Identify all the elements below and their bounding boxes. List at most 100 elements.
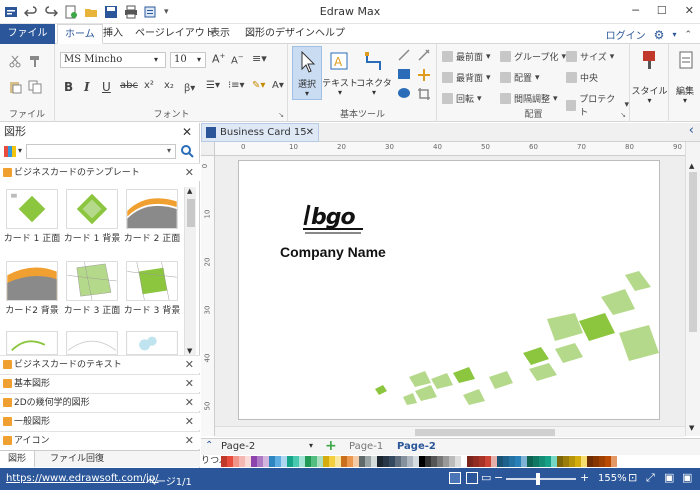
close-tab-icon[interactable]: ✕ [306,124,314,141]
template-thumb-card2-front[interactable] [126,189,178,229]
canvas-vertical-scrollbar[interactable]: ▲ ▼ [685,142,700,436]
tab-view[interactable]: 表示 [203,24,237,44]
tab-file-recovery[interactable]: ファイル回復 [44,451,110,467]
text-tool-button[interactable]: A テキスト ▾ [322,46,358,100]
scroll-up-icon[interactable]: ▲ [689,162,694,170]
close-category-icon[interactable]: ✕ [185,375,194,393]
scroll-up-icon[interactable]: ▲ [187,187,192,195]
library-dropdown-icon[interactable]: ▾ [18,146,22,155]
ribbon-group-edit[interactable]: 編集 ▾ [670,44,700,122]
font-color-icon[interactable]: A▾ [272,80,284,91]
center-button[interactable]: 中央 [566,71,598,84]
template-thumb-card2-back[interactable] [6,261,58,301]
minimize-button[interactable]: ─ [632,4,639,17]
close-category-icon[interactable]: ✕ [185,164,194,182]
current-page-select[interactable]: Page-2 [221,441,255,452]
category-business-card-templates[interactable]: ビジネスカードのテンプレート ✕ [0,163,200,181]
gear-icon[interactable]: ⚙ [654,28,665,42]
category-general-shapes[interactable]: 一般図形 ✕ [0,412,200,430]
color-swatch[interactable] [611,456,617,467]
view-toggle-icon-2[interactable]: ▣ [682,471,692,484]
page-select-dropdown-icon[interactable]: ▾ [309,441,313,450]
connector-tool-button[interactable]: コネクタ ▾ [356,46,392,100]
chevron-left-icon[interactable]: ‹ [689,123,694,138]
search-dropdown-icon[interactable]: ▾ [167,146,171,155]
tab-insert[interactable]: 挿入 [96,24,130,44]
add-page-icon[interactable]: + [325,438,337,454]
size-button[interactable]: サイズ ▾ [566,50,614,63]
category-icons[interactable]: アイコン ✕ [0,431,200,449]
send-back-button[interactable]: 最背面 ▾ [442,71,491,84]
canvas-scrollbar-thumb[interactable] [689,172,697,332]
category-business-card-text[interactable]: ビジネスカードのテキスト ✕ [0,355,200,373]
close-button[interactable]: ✕ [685,4,694,17]
presentation-icon[interactable]: ▭ [481,471,491,484]
close-category-icon[interactable]: ✕ [185,432,194,450]
tab-file[interactable]: ファイル [0,24,55,44]
paste-icon[interactable] [8,80,22,94]
category-2d-geometric[interactable]: 2Dの幾何学的図形 ✕ [0,393,200,411]
rectangle-tool-icon[interactable] [397,68,411,80]
underline-button[interactable]: U [102,80,111,94]
canvas-horizontal-scrollbar[interactable] [215,426,685,437]
template-thumb-card1-front[interactable] [6,189,58,229]
fullscreen-icon[interactable]: ⤢ [646,471,655,485]
zoom-slider-thumb[interactable] [536,473,540,485]
template-scrollbar[interactable]: ▲ ▼ [184,187,196,355]
close-category-icon[interactable]: ✕ [185,394,194,412]
search-icon[interactable] [181,145,194,158]
close-category-icon[interactable]: ✕ [185,356,194,374]
template-thumb-card3-back[interactable] [126,261,178,301]
chevron-up-icon[interactable]: ⌃ [205,440,213,451]
shape-search-input[interactable] [26,144,176,159]
fit-window-icon[interactable]: ⊡ [628,471,637,484]
bullet-list-icon[interactable]: ☰▾ [206,80,220,91]
crop-tool-icon[interactable] [417,87,431,101]
template-thumb-card1-back[interactable] [66,189,118,229]
close-category-icon[interactable]: ✕ [185,413,194,431]
font-family-select[interactable]: MS Mincho [60,52,166,68]
business-card-page[interactable]: bgo Company Name [238,160,660,420]
font-family-dropdown-icon[interactable]: ▾ [154,55,158,64]
highlight-icon[interactable]: ✎▾ [252,80,265,91]
page-tab-2[interactable]: Page-2 [397,441,436,452]
normal-view-icon[interactable] [449,472,461,484]
close-panel-icon[interactable]: ✕ [182,123,192,141]
template-scrollbar-thumb[interactable] [187,199,195,227]
font-size-dropdown-icon[interactable]: ▾ [197,55,201,64]
gear-dropdown-icon[interactable]: ▾ [672,30,676,39]
rotate-button[interactable]: 回転 ▾ [442,92,482,105]
copy-icon[interactable] [28,80,42,94]
template-thumb-partial-1[interactable] [6,331,58,355]
zoom-in-icon[interactable]: + [580,471,589,484]
tab-help[interactable]: ヘルプ [308,24,352,44]
move-tool-icon[interactable] [417,68,431,82]
zoom-out-icon[interactable]: − [494,471,503,484]
library-icon[interactable] [3,145,19,158]
strikethrough-button[interactable]: abc [120,80,138,91]
fit-page-icon[interactable] [466,472,478,484]
italic-button[interactable]: I [84,80,90,94]
template-thumb-partial-2[interactable] [66,331,118,355]
zoom-slider[interactable] [506,473,576,485]
collapse-ribbon-icon[interactable]: ⌃ [684,30,692,40]
login-link[interactable]: ログイン [606,27,646,42]
website-link[interactable]: https://www.edrawsoft.com/jp/ [6,473,159,484]
subscript-button[interactable]: x₂ [164,80,174,91]
page-tab-1[interactable]: Page-1 [349,441,383,452]
document-tab[interactable]: Business Card 15 ✕ [201,123,319,142]
company-name[interactable]: Company Name [280,244,386,260]
line-tool-icon[interactable] [397,48,411,62]
scroll-down-icon[interactable]: ▼ [689,424,694,432]
template-thumb-partial-3[interactable] [126,331,178,355]
pen-tool-icon[interactable] [417,48,431,62]
category-basic-shapes[interactable]: 基本図形 ✕ [0,374,200,392]
select-tool-button[interactable]: 選択 ▾ [292,46,322,100]
align-icon[interactable]: ≡▾ [252,52,267,65]
grow-font-icon[interactable]: A+ [212,52,225,66]
cut-icon[interactable] [8,54,22,68]
restore-button[interactable]: ☐ [657,4,667,17]
canvas-hscroll-thumb[interactable] [415,429,555,436]
color-palette[interactable]: りつぶ [201,455,700,468]
bring-front-button[interactable]: 最前面 ▾ [442,50,491,63]
